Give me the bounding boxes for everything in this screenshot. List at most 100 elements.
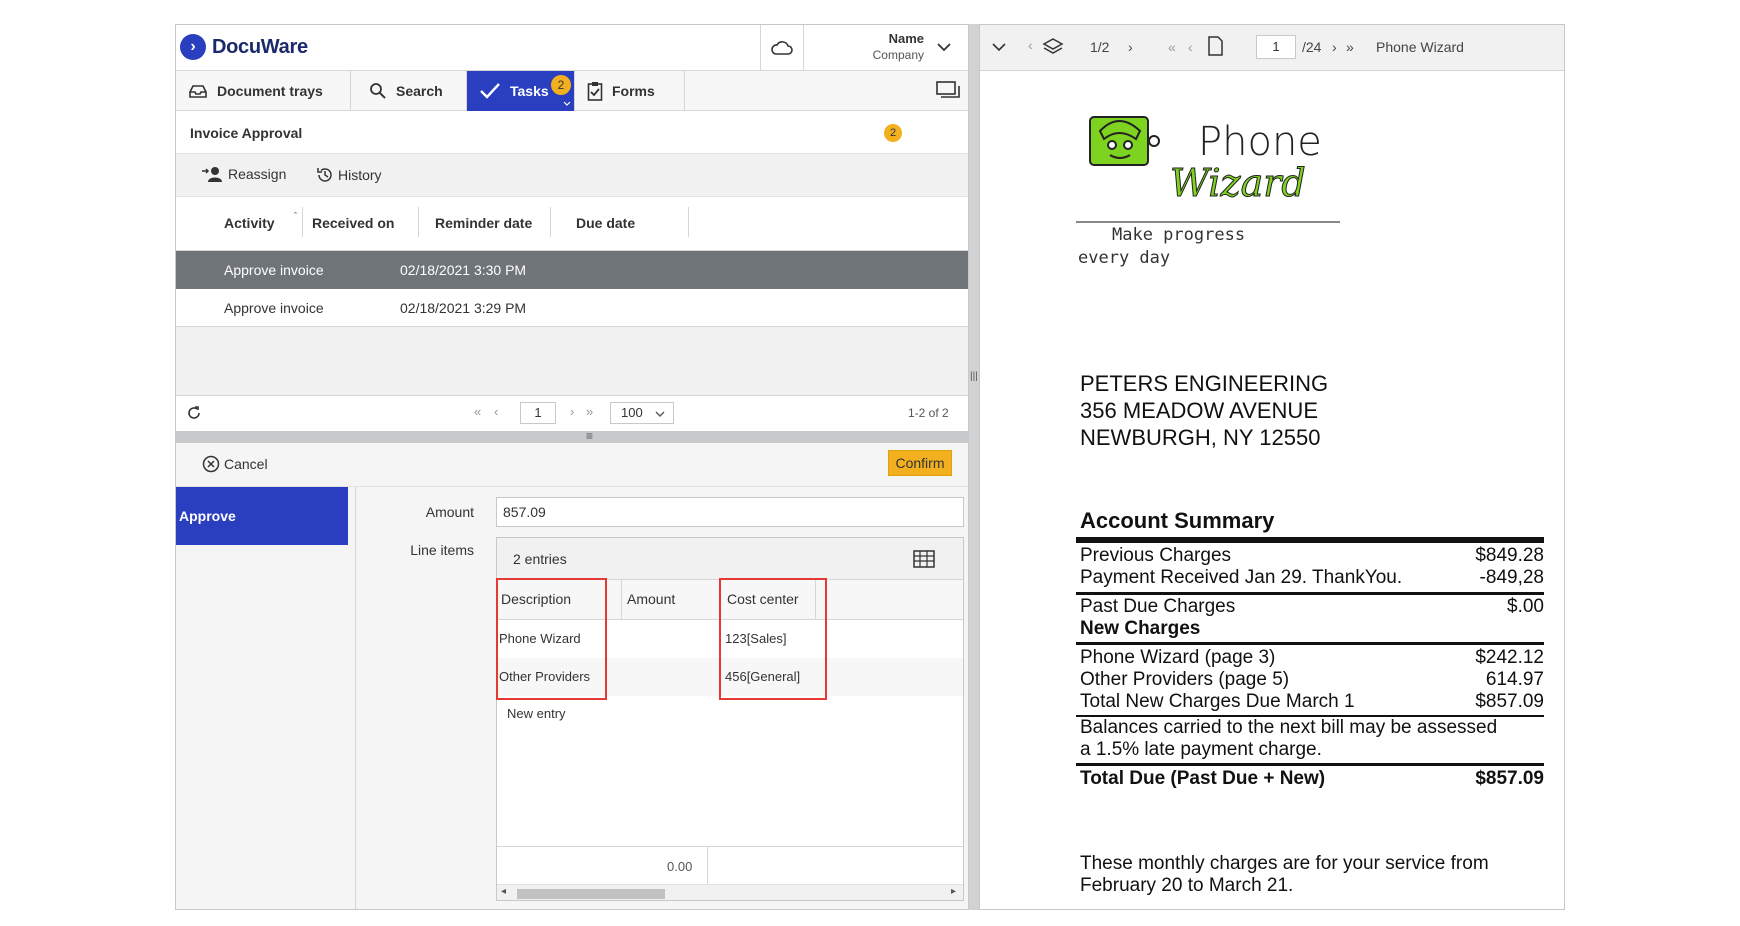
column-separator[interactable]	[550, 207, 551, 237]
tray-icon	[189, 85, 207, 98]
viewer-toolbar: ‹ 1/2 › « ‹ 1 /24 › » Phone Wizard	[980, 25, 1564, 71]
user-name: Name	[888, 31, 924, 46]
column-header-amount[interactable]: Amount	[627, 591, 675, 607]
history-button[interactable]: History	[316, 166, 382, 184]
summary-line-amount: 614.97	[1485, 669, 1544, 690]
divider	[1076, 642, 1544, 645]
total-due-label: Total Due (Past Due + New)	[1080, 768, 1326, 789]
last-page-icon[interactable]: »	[1346, 39, 1354, 55]
sidebar-item-approve[interactable]: Approve	[176, 487, 348, 545]
page-number-input[interactable]: 1	[520, 402, 556, 424]
summary-line-label: Past Due Charges	[1080, 596, 1236, 617]
column-header-activity[interactable]: Activity	[224, 215, 275, 231]
confirm-button[interactable]: Confirm	[888, 450, 952, 476]
cancel-label: Cancel	[224, 456, 268, 472]
tab-label: Search	[396, 83, 443, 99]
horizontal-splitter[interactable]: ≡	[176, 430, 968, 443]
window-layout-icon[interactable]	[936, 81, 960, 104]
summary-line-amount: $.00	[1507, 596, 1544, 617]
check-icon	[480, 83, 500, 99]
prev-page-icon[interactable]: ‹	[494, 404, 498, 419]
history-icon	[317, 168, 332, 182]
reassign-button[interactable]: Reassign	[202, 166, 286, 182]
prev-page-icon[interactable]: ‹	[1188, 39, 1193, 55]
task-row[interactable]: Approve invoice 02/18/2021 3:29 PM	[176, 289, 968, 327]
scrollbar-thumb[interactable]	[517, 889, 665, 899]
cell-activity: Approve invoice	[224, 262, 324, 278]
summary-line-label: Previous Charges	[1080, 545, 1232, 566]
service-period-text: February 20 to March 21.	[1080, 875, 1294, 896]
column-header-received-on[interactable]: Received on	[312, 215, 394, 231]
page-number-input[interactable]: 1	[1256, 35, 1296, 59]
task-count-badge: 2	[884, 124, 902, 142]
cell-received-on: 02/18/2021 3:29 PM	[400, 300, 527, 316]
sort-indicator-icon: ˆ	[294, 211, 297, 221]
chevron-down-icon	[655, 411, 665, 417]
user-menu[interactable]: Name Company	[804, 31, 924, 63]
clipboard-icon	[587, 82, 603, 101]
cost-center-highlight-box	[719, 578, 827, 700]
pane-divider[interactable]: |||	[969, 24, 979, 910]
drag-handle-icon: |||	[970, 371, 978, 382]
layers-icon[interactable]	[1042, 37, 1064, 60]
column-header-reminder-date[interactable]: Reminder date	[435, 215, 532, 231]
chevron-down-icon[interactable]	[992, 39, 1006, 55]
last-page-icon[interactable]: »	[586, 404, 593, 419]
reassign-label: Reassign	[228, 166, 287, 182]
task-row[interactable]: Approve invoice 02/18/2021 3:30 PM	[176, 251, 968, 289]
docuware-app: › DocuWare Name Company Document trays S…	[175, 24, 969, 910]
docuware-logo-icon: ›	[180, 34, 206, 60]
horizontal-scrollbar[interactable]: ◂ ▸	[497, 884, 963, 900]
tab-document-trays[interactable]: Document trays	[176, 71, 351, 111]
tagline-line1: Make progress	[1112, 225, 1246, 245]
summary-line-label: Phone Wizard (page 3)	[1080, 647, 1276, 668]
line-items-header: 2 entries	[497, 538, 963, 580]
first-page-icon[interactable]: «	[1168, 39, 1176, 55]
tab-search[interactable]: Search	[351, 71, 467, 111]
column-separator[interactable]	[302, 207, 303, 237]
tab-forms[interactable]: Forms	[575, 71, 685, 111]
column-separator[interactable]	[688, 207, 689, 237]
new-entry-link[interactable]: New entry	[507, 706, 566, 721]
task-toolbar: Reassign History	[176, 153, 968, 197]
amount-label: Amount	[425, 504, 474, 520]
pager: « ‹ 1 › » 100 1-2 of 2	[176, 395, 968, 431]
next-document-icon[interactable]: ›	[1128, 39, 1133, 55]
next-page-icon[interactable]: ›	[570, 404, 574, 419]
scroll-right-icon[interactable]: ▸	[951, 886, 956, 897]
logo-text: DocuWare	[212, 35, 308, 58]
amount-input[interactable]: 857.09	[496, 497, 964, 527]
pager-range: 1-2 of 2	[908, 406, 949, 420]
summary-line-label: Payment Received Jan 29. ThankYou.	[1080, 567, 1403, 588]
grid-empty-area	[176, 327, 968, 395]
refresh-icon[interactable]	[186, 405, 202, 424]
chevron-down-icon	[563, 101, 571, 106]
logo-underline	[1076, 221, 1340, 223]
column-separator	[707, 847, 708, 885]
prev-document-icon[interactable]: ‹	[1028, 37, 1033, 53]
user-company: Company	[872, 48, 924, 62]
tasks-count-badge: 2	[551, 75, 571, 95]
chevron-down-icon[interactable]	[936, 39, 952, 57]
reassign-user-icon	[202, 167, 222, 182]
service-period-text: These monthly charges are for your servi…	[1080, 853, 1489, 874]
summary-note: a 1.5% late payment charge.	[1080, 739, 1322, 760]
first-page-icon[interactable]: «	[474, 404, 481, 419]
column-header-due-date[interactable]: Due date	[576, 215, 635, 231]
column-separator[interactable]	[418, 207, 419, 237]
cloud-button[interactable]	[760, 25, 804, 71]
table-grid-icon[interactable]	[913, 550, 935, 568]
main-nav: Document trays Search Tasks 2 Forms	[176, 71, 968, 111]
next-page-icon[interactable]: ›	[1332, 39, 1337, 55]
summary-line-amount: $857.09	[1475, 691, 1544, 712]
line-items-footer: 0.00	[497, 846, 963, 885]
summary-line-amount: $242.12	[1475, 647, 1544, 668]
column-separator[interactable]	[621, 580, 622, 620]
cell-activity: Approve invoice	[224, 300, 324, 316]
cancel-button[interactable]: Cancel	[202, 455, 268, 473]
page-size-select[interactable]: 100	[610, 402, 674, 424]
docuware-logo[interactable]: › DocuWare	[180, 34, 308, 60]
divider	[1076, 592, 1544, 595]
tab-tasks[interactable]: Tasks 2	[467, 71, 575, 111]
scroll-left-icon[interactable]: ◂	[501, 886, 506, 897]
